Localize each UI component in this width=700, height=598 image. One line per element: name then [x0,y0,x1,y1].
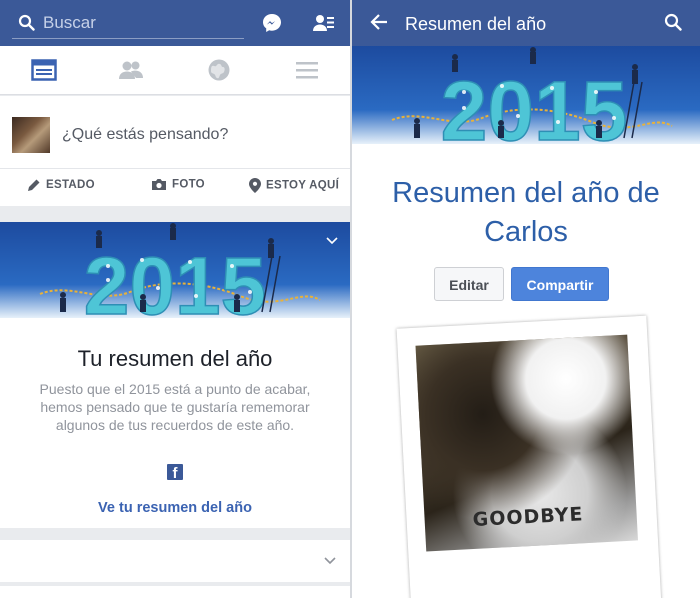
check-in-button[interactable]: ESTOY AQUÍ [249,178,339,193]
photo-shirt-text: GOODBYE [472,503,584,532]
year-in-review-screen: Resumen del año 2015 Resumen del año de … [352,0,700,598]
search-icon [18,14,35,36]
share-button[interactable]: Compartir [511,267,609,301]
banner-illustration: 2015 [39,223,321,318]
top-bar: Resumen del año [352,0,700,46]
news-feed-screen: Buscar ¿Qué estás pensando? ESTADO FOTO … [0,0,350,598]
page-title: Resumen del año [405,14,547,34]
photo-button[interactable]: FOTO [151,178,205,191]
pencil-icon [28,179,40,191]
card-description: Puesto que el 2015 está a punto de acaba… [39,381,311,433]
status-label: ESTADO [46,179,95,192]
messenger-icon[interactable] [261,12,283,39]
avatar[interactable] [12,117,50,153]
divider [0,168,350,169]
search-input[interactable]: Buscar [12,8,244,39]
tab-notifications[interactable] [206,58,232,82]
photo-frame[interactable]: GOODBYE [396,315,662,598]
tab-friends[interactable] [118,58,144,82]
location-pin-icon [249,178,261,193]
year-in-review-card: 2015 Tu resumen del año Puesto que el 20… [0,222,350,528]
top-bar: Buscar [0,0,350,46]
search-icon[interactable] [664,13,682,36]
card-title: Tu resumen del año [77,346,273,371]
view-year-in-review-link[interactable]: Ve tu resumen del año [0,500,350,516]
tab-bar [0,46,350,95]
composer-prompt[interactable]: ¿Qué estás pensando? [62,126,228,144]
review-heading: Resumen del año de Carlos [392,177,660,248]
status-button[interactable]: ESTADO [27,178,95,192]
back-arrow-icon[interactable] [370,13,388,36]
photo-label: FOTO [172,178,205,191]
status-composer: ¿Qué estás pensando? ESTADO FOTO ESTOY A… [0,96,350,206]
edit-button[interactable]: Editar [434,267,504,301]
camera-icon [152,179,166,190]
feed-story [0,540,350,582]
chevron-down-icon[interactable] [324,552,336,570]
tab-news-feed[interactable] [31,58,57,82]
banner-illustration: 2015 [391,47,673,144]
facebook-logo-icon: f [167,464,183,480]
tab-menu[interactable] [294,58,320,82]
friend-requests-icon[interactable] [313,12,335,39]
year-banner: 2015 [352,46,700,144]
check-in-label: ESTOY AQUÍ [266,179,340,192]
year-banner[interactable]: 2015 [0,222,350,318]
feed-story [0,586,350,598]
review-photo: GOODBYE [415,334,638,552]
chevron-down-icon[interactable] [326,232,338,250]
search-placeholder: Buscar [43,13,96,32]
